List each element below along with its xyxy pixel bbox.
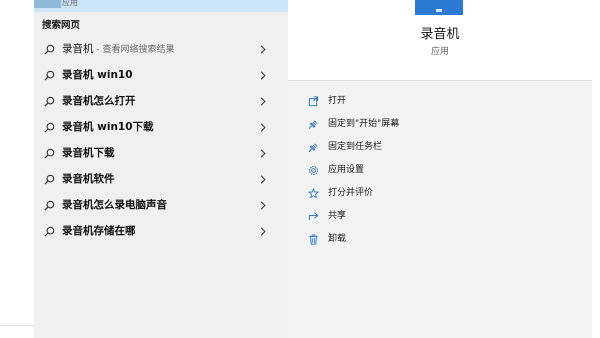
action-label: 卸载 [328, 234, 347, 244]
search-icon [44, 70, 55, 81]
background-window [0, 0, 34, 338]
action-label: 打开 [328, 96, 347, 106]
action-label: 固定到任务栏 [328, 142, 383, 152]
chevron-right-icon[interactable] [259, 226, 267, 237]
web-result-query: 录音机怎么打开 [62, 95, 136, 107]
recorder-glyph-icon [436, 9, 442, 12]
recorder-app-icon [34, 0, 61, 8]
search-icon [44, 200, 55, 211]
action-label: 共享 [328, 211, 347, 221]
trash-icon [309, 234, 318, 245]
search-icon [44, 174, 55, 185]
action-gear[interactable]: 应用设置 [308, 162, 568, 185]
action-label: 应用设置 [328, 165, 365, 175]
web-result-row[interactable]: 录音机 win10下载 [34, 114, 288, 140]
web-result-query: 录音机 win10下载 [62, 121, 154, 133]
web-result-row[interactable]: 录音机 - 查看网络搜索结果 [34, 36, 288, 62]
web-result-row[interactable]: 录音机怎么打开 [34, 88, 288, 114]
action-label: 打分并评价 [328, 188, 374, 198]
search-icon [44, 96, 55, 107]
chevron-right-icon[interactable] [259, 148, 267, 159]
web-result-row[interactable]: 录音机怎么录电脑声音 [34, 192, 288, 218]
action-share[interactable]: 共享 [308, 208, 568, 231]
web-results-list: 录音机 - 查看网络搜索结果 录音机 win10 录音机怎么打开 录音机 win10下… [34, 36, 288, 244]
web-result-label: 录音机下载 [62, 146, 115, 160]
web-result-query: 录音机 [62, 43, 94, 55]
search-icon [44, 44, 55, 55]
app-name: 录音机 [420, 27, 460, 42]
background-divider [0, 325, 34, 326]
start-search-window: 应用 搜索网页 录音机 - 查看网络搜索结果 录音机 win10 录音机怎么打开 录音… [0, 0, 600, 338]
recorder-app-tile-icon [415, 0, 463, 15]
best-match-item[interactable]: 应用 [34, 0, 288, 12]
search-icon [44, 122, 55, 133]
web-result-query: 录音机怎么录电脑声音 [62, 199, 167, 211]
action-star[interactable]: 打分并评价 [308, 185, 568, 208]
web-result-label: 录音机怎么打开 [62, 94, 136, 108]
pin-icon [308, 143, 318, 152]
web-result-query: 录音机软件 [62, 173, 115, 185]
chevron-right-icon[interactable] [259, 70, 267, 81]
web-result-label: 录音机 - 查看网络搜索结果 [62, 42, 174, 57]
detail-scrollbar-track [592, 0, 600, 338]
app-detail-pane: 录音机 应用 打开固定到"开始"屏幕 固定到任务栏 应用设置打分并评价共享卸载 [288, 0, 600, 338]
app-type: 应用 [430, 47, 449, 57]
search-results-pane: 应用 搜索网页 录音机 - 查看网络搜索结果 录音机 win10 录音机怎么打开 录音… [34, 0, 288, 338]
chevron-right-icon[interactable] [259, 44, 267, 55]
best-match-subtitle: 应用 [62, 0, 78, 7]
web-result-label: 录音机 win10 [62, 68, 133, 82]
web-result-row[interactable]: 录音机软件 [34, 166, 288, 192]
web-result-label: 录音机 win10下载 [62, 120, 154, 134]
action-pin[interactable]: 固定到任务栏 [308, 139, 568, 162]
app-actions-list: 打开固定到"开始"屏幕 固定到任务栏 应用设置打分并评价共享卸载 [308, 93, 568, 254]
web-result-label: 录音机存储在哪 [62, 224, 136, 238]
action-label: 固定到"开始"屏幕 [328, 119, 400, 129]
web-result-row[interactable]: 录音机下载 [34, 140, 288, 166]
search-icon [44, 226, 55, 237]
pin-icon [308, 120, 318, 129]
action-trash[interactable]: 卸载 [308, 231, 568, 254]
star-icon [308, 188, 319, 199]
open-icon [308, 96, 319, 107]
search-icon [44, 148, 55, 159]
web-result-row[interactable]: 录音机 win10 [34, 62, 288, 88]
web-section-header: 搜索网页 [42, 20, 81, 31]
action-open[interactable]: 打开 [308, 93, 568, 116]
gear-icon [309, 166, 318, 175]
app-detail-header: 录音机 应用 [288, 0, 592, 80]
chevron-right-icon[interactable] [259, 96, 267, 107]
chevron-right-icon[interactable] [259, 200, 267, 211]
share-icon [308, 212, 319, 221]
chevron-right-icon[interactable] [259, 122, 267, 133]
web-result-hint: - 查看网络搜索结果 [93, 45, 175, 55]
chevron-right-icon[interactable] [259, 174, 267, 185]
action-pin[interactable]: 固定到"开始"屏幕 [308, 116, 568, 139]
web-result-row[interactable]: 录音机存储在哪 [34, 218, 288, 244]
web-result-query: 录音机下载 [62, 147, 115, 159]
web-result-label: 录音机软件 [62, 172, 115, 186]
web-result-query: 录音机 win10 [62, 69, 133, 81]
web-result-query: 录音机存储在哪 [62, 225, 136, 237]
web-result-label: 录音机怎么录电脑声音 [62, 198, 167, 212]
